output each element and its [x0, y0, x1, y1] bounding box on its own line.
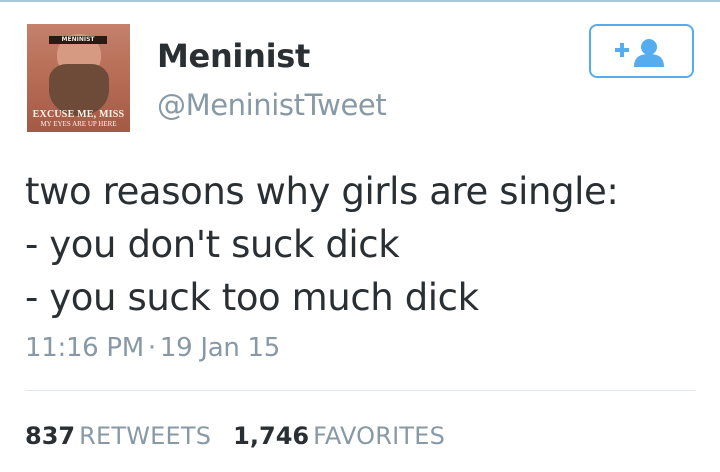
tweet-date: 19 Jan 15 — [159, 333, 280, 363]
top-border — [0, 0, 720, 2]
tweet-text: two reasons why girls are single: - you … — [25, 165, 619, 324]
user-handle[interactable]: @MeninistTweet — [157, 88, 387, 122]
retweets-label: RETWEETS — [79, 422, 212, 450]
retweets-count: 837 — [25, 422, 76, 450]
avatar-caption: EXCUSE ME, MISS MY EYES ARE UP HERE — [31, 110, 126, 128]
tweet-timestamp[interactable]: 11:16 PM · 19 Jan 15 — [25, 333, 280, 363]
avatar-caption-line-1: EXCUSE ME, MISS — [32, 109, 125, 120]
follow-button[interactable] — [589, 24, 694, 78]
avatar[interactable]: MENINIST EXCUSE ME, MISS MY EYES ARE UP … — [27, 24, 130, 132]
tweet-line: - you don't suck dick — [25, 223, 400, 266]
avatar-label: MENINIST — [49, 36, 107, 44]
retweets-stat[interactable]: 837 RETWEETS — [25, 422, 211, 450]
favorites-count: 1,746 — [233, 422, 310, 450]
divider — [25, 390, 696, 391]
tweet-time: 11:16 PM — [25, 333, 144, 363]
favorites-label: FAVORITES — [313, 422, 446, 450]
avatar-caption-line-2: MY EYES ARE UP HERE — [40, 120, 117, 128]
display-name[interactable]: Meninist — [157, 37, 310, 75]
favorites-stat[interactable]: 1,746 FAVORITES — [233, 422, 445, 450]
timestamp-separator: · — [147, 333, 156, 363]
tweet-line: - you suck too much dick — [25, 276, 479, 319]
tweet-stats: 837 RETWEETS 1,746 FAVORITES — [25, 422, 445, 450]
tweet-line: two reasons why girls are single: — [25, 170, 619, 213]
add-user-icon — [615, 39, 664, 67]
